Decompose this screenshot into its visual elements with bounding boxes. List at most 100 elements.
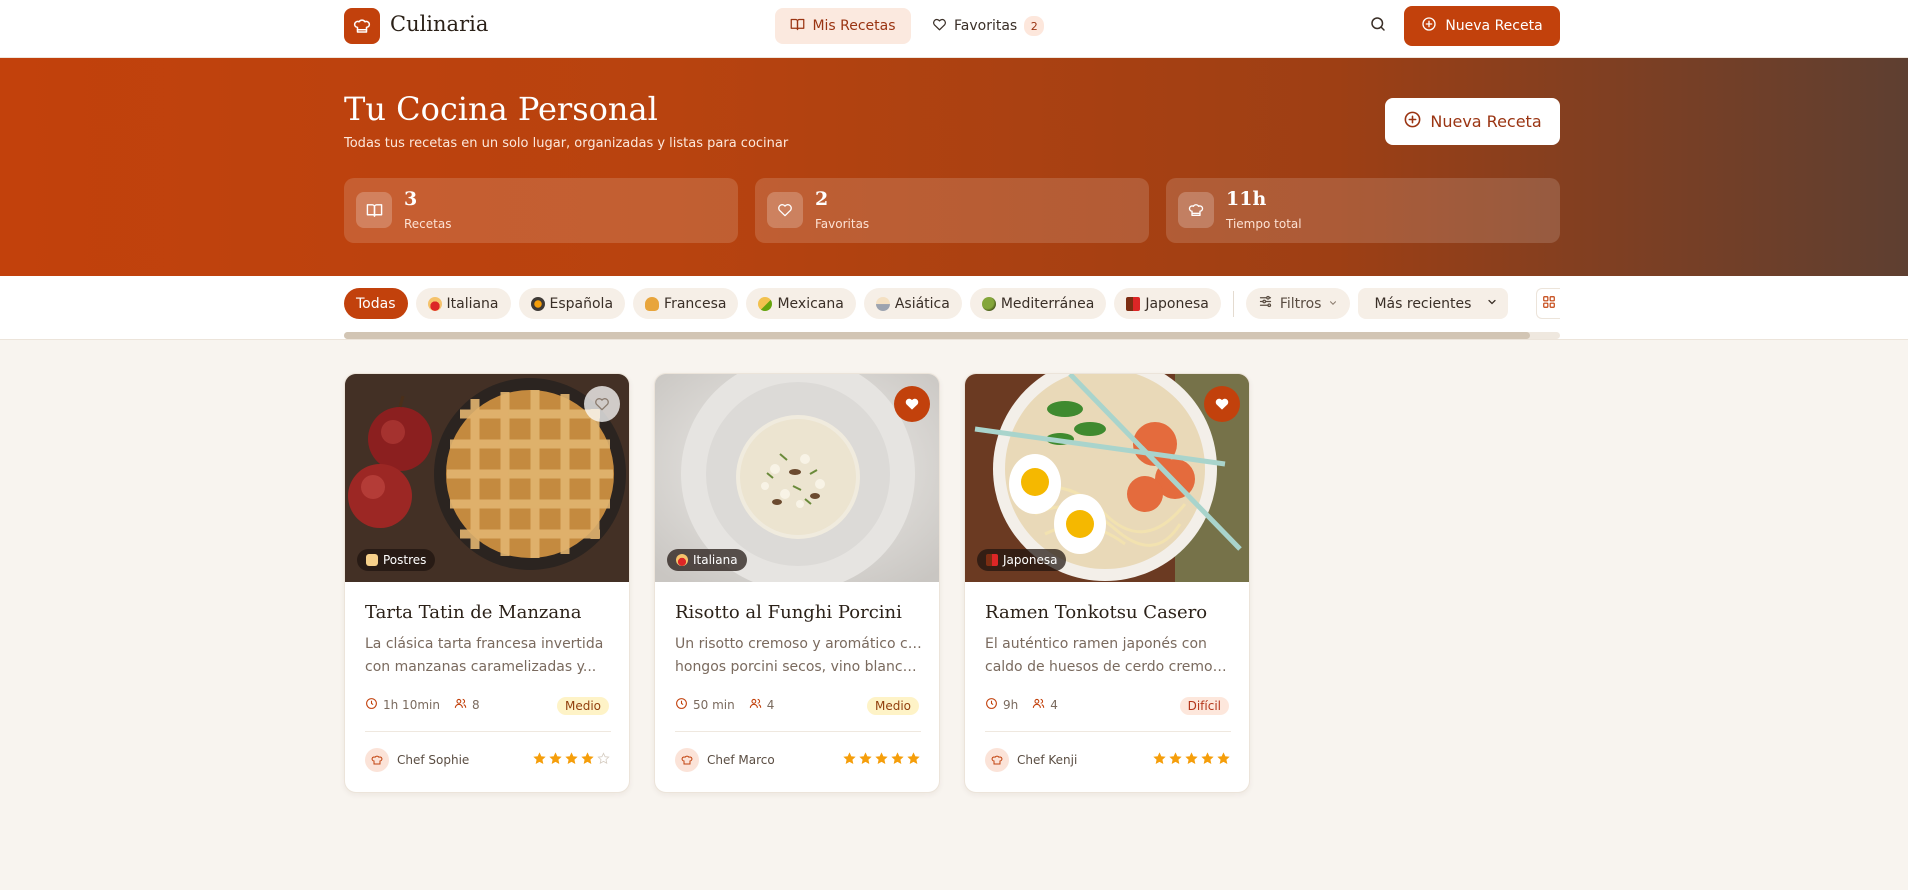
recipe-title[interactable]: Tarta Tatin de Manzana (365, 602, 581, 623)
recipe-description: Un risotto cremoso y aromático con hongos… (675, 633, 923, 679)
star-filled-icon (1185, 752, 1198, 764)
favorite-button[interactable] (1204, 386, 1240, 422)
chef-name: Chef Kenji (1017, 753, 1078, 767)
category-tag: Italiana (667, 549, 747, 571)
hero-banner: Tu Cocina Personal Todas tus recetas en … (0, 58, 1908, 276)
users-icon (454, 697, 467, 713)
recipe-title[interactable]: Ramen Tonkotsu Casero (985, 602, 1207, 623)
star-filled-icon (891, 752, 904, 764)
filtros-button[interactable]: Filtros (1245, 288, 1351, 319)
recipe-card[interactable]: Italiana Risotto al Funghi Porcini Un ri… (654, 373, 940, 793)
recipe-servings: 8 (471, 698, 480, 712)
book-icon (356, 192, 392, 228)
heart-outline-icon (594, 396, 610, 412)
chip-todas[interactable]: Todas (344, 288, 408, 319)
recipe-title[interactable]: Risotto al Funghi Porcini (675, 602, 902, 623)
favorite-button[interactable] (584, 386, 620, 422)
chip-label: Mediterránea (1000, 295, 1095, 312)
search-button[interactable] (1365, 13, 1391, 39)
heart-filled-icon (904, 396, 920, 412)
divider (1232, 290, 1234, 317)
chip-italiana[interactable]: Italiana (415, 288, 511, 319)
star-filled-icon (1153, 752, 1166, 764)
chef-avatar (675, 748, 699, 772)
favorite-button[interactable] (894, 386, 930, 422)
sort-value: Más recientes (1374, 295, 1472, 312)
chip-label: Asiática (894, 295, 950, 312)
chip-francesa[interactable]: Francesa (633, 288, 739, 319)
chef-hat-logo-icon[interactable] (344, 8, 380, 44)
hero-nueva-receta-button[interactable]: Nueva Receta (1385, 98, 1560, 145)
recipe-description: El auténtico ramen japonés con caldo de h… (985, 633, 1233, 679)
horizontal-scrollbar-thumb[interactable] (344, 332, 1530, 339)
chip-label: Mexicana (777, 295, 844, 312)
recipe-card[interactable]: Japonesa Ramen Tonkotsu Casero El autént… (964, 373, 1250, 793)
clock-icon (675, 697, 688, 713)
hero-nueva-receta-label: Nueva Receta (1430, 112, 1542, 131)
chef-avatar (365, 748, 389, 772)
difficulty-badge: Medio (556, 697, 609, 715)
rating-stars (843, 752, 920, 765)
nueva-receta-button[interactable]: Nueva Receta (1404, 6, 1560, 46)
page-subtitle: Todas tus recetas en un solo lugar, orga… (344, 136, 789, 151)
stat-recetas: 3 Recetas (344, 178, 738, 243)
stat-value: 11h (1226, 188, 1267, 210)
recipe-card[interactable]: Postres Tarta Tatin de Manzana La clásic… (344, 373, 630, 793)
recipe-description: La clásica tarta francesa invertida con m… (365, 633, 613, 679)
top-nav: Culinaria Mis Recetas Favoritas 2 Nueva … (0, 0, 1908, 58)
chip-label: Francesa (664, 295, 727, 312)
sort-select[interactable]: Más recientes (1358, 288, 1509, 319)
category-tag-label: Italiana (693, 553, 738, 567)
recipe-time: 9h (1003, 698, 1019, 712)
recipe-meta: 50 min 4 (675, 697, 774, 713)
chip-mediterranea[interactable]: Mediterránea (969, 288, 1107, 319)
category-tag-label: Japonesa (1003, 553, 1058, 567)
app-name[interactable]: Culinaria (390, 12, 488, 36)
star-filled-icon (549, 752, 562, 764)
chip-japonesa[interactable]: Japonesa (1114, 288, 1221, 319)
filtros-label: Filtros (1279, 295, 1322, 312)
nav-favoritas[interactable]: Favoritas 2 (920, 8, 1056, 44)
paella-icon (530, 296, 545, 311)
star-filled-icon (1169, 752, 1182, 764)
heart-icon (767, 192, 803, 228)
chip-espanola[interactable]: Española (518, 288, 626, 319)
stat-label: Recetas (404, 217, 452, 231)
grid-view-button[interactable] (1536, 288, 1560, 319)
nav-mis-recetas[interactable]: Mis Recetas (775, 8, 911, 44)
difficulty-badge: Medio (866, 697, 919, 715)
stat-label: Tiempo total (1226, 217, 1302, 231)
chip-asiatica[interactable]: Asiática (863, 288, 962, 319)
chef-hat-icon (1178, 192, 1214, 228)
description-line: con manzanas caramelizadas y... (365, 659, 597, 675)
recipe-meta: 9h 4 (985, 697, 1058, 713)
recipe-image: Postres (345, 374, 629, 582)
book-open-icon (790, 17, 805, 36)
chip-mexicana[interactable]: Mexicana (746, 288, 856, 319)
recipe-servings: 4 (766, 698, 775, 712)
difficulty-badge: Difícil (1179, 697, 1229, 715)
star-filled-icon (533, 752, 546, 764)
pasta-icon (676, 554, 688, 566)
star-filled-icon (1201, 752, 1214, 764)
filter-bar: Todas Italiana Española Francesa Mexican… (0, 276, 1908, 340)
clock-icon (365, 697, 378, 713)
recipe-meta: 1h 10min 8 (365, 697, 480, 713)
chevron-down-icon (1486, 296, 1498, 312)
rating-stars (533, 752, 610, 765)
category-tag: Postres (357, 549, 436, 571)
stat-value: 3 (404, 188, 418, 210)
stat-value: 2 (815, 188, 829, 210)
croissant-icon (645, 296, 660, 311)
star-filled-icon (875, 752, 888, 764)
nav-favoritas-label: Favoritas (954, 18, 1018, 34)
olive-icon (981, 296, 996, 311)
recipe-servings: 4 (1050, 698, 1058, 712)
card-divider (365, 731, 611, 732)
star-filled-icon (565, 752, 578, 764)
pasta-icon (427, 296, 442, 311)
plus-circle-icon (1421, 16, 1437, 36)
recipe-image: Japonesa (965, 374, 1249, 582)
heart-icon (932, 17, 947, 36)
chef-avatar (985, 748, 1009, 772)
